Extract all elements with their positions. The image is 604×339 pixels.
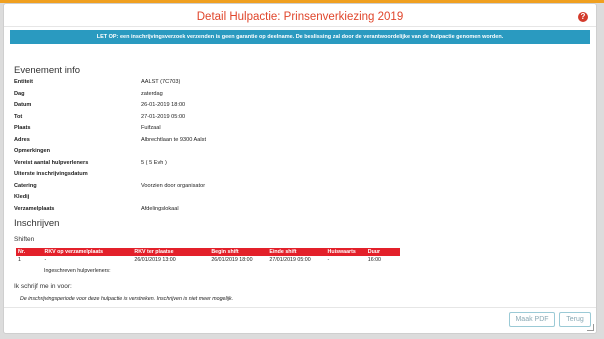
table-row: 1 - 26/01/2019 13:00 26/01/2019 18:00 27/01/… xyxy=(16,256,400,264)
signup-label: Ik schrijf me in voor: xyxy=(14,283,72,290)
shifts-column-header: Einde shift xyxy=(267,248,326,256)
event-info-label: Plaats xyxy=(14,125,31,131)
event-info-label: Dag xyxy=(14,90,25,97)
shifts-cell: 26/01/2019 18:00 xyxy=(211,257,253,263)
register-heading: Inschrijven xyxy=(14,218,60,229)
event-info-label: Verzamelplaats xyxy=(14,205,55,212)
shifts-cell: - xyxy=(44,257,47,263)
event-info-value: Albrechtlaan te 9300 Aalst xyxy=(141,136,206,143)
event-info-label: Catering xyxy=(14,182,37,189)
help-icon[interactable]: ? xyxy=(578,12,588,22)
shifts-cell: 1 xyxy=(18,257,21,263)
shifts-column-header: RKV ter plaatse xyxy=(132,248,210,256)
shifts-column-header: Duur xyxy=(365,248,400,256)
registered-volunteers-label: Ingeschreven hulpverleners: xyxy=(44,268,111,274)
event-info-value: Afdelingslokaal xyxy=(141,205,179,212)
event-info-heading: Evenement info xyxy=(14,65,81,76)
registration-closed-message: De inschrijvingsperiode voor deze hulpac… xyxy=(20,296,234,302)
event-info-label: Kledij xyxy=(14,194,30,200)
shifts-column-header: RKV op verzamelplaats xyxy=(42,248,133,256)
event-info-value: 27-01-2019 05:00 xyxy=(141,113,186,120)
event-info-label: Uiterste inschrijvingsdatum xyxy=(14,171,88,177)
footer-divider xyxy=(4,307,596,308)
shifts-cell: 26/01/2019 13:00 xyxy=(134,257,176,263)
dialog-title: Detail Hulpactie: Prinsenverkiezing 2019 xyxy=(196,11,404,23)
shifts-heading: Shiften xyxy=(14,236,35,243)
event-info-label: Entiteit xyxy=(14,79,33,85)
event-info-label: Opmerkingen xyxy=(14,148,51,154)
header-divider xyxy=(4,26,596,27)
event-info-label: Datum xyxy=(14,102,32,108)
event-info-value: Fuifzaal xyxy=(141,125,161,131)
event-info-value: 5 ( 5 Evh ) xyxy=(141,159,167,166)
shifts-cell: 16:00 xyxy=(367,257,382,263)
shifts-column-header: Huiswaarts xyxy=(325,248,366,256)
shifts-cell: - xyxy=(327,257,330,263)
event-info-value: 26-01-2019 18:00 xyxy=(141,102,186,108)
event-info-value: AALST (7C703) xyxy=(141,79,181,85)
shifts-cell: 27/01/2019 05:00 xyxy=(269,257,311,263)
event-info-value: zaterdag xyxy=(141,90,163,97)
event-info-label: Tot xyxy=(14,113,23,120)
resize-handle[interactable] xyxy=(587,324,594,331)
warning-alert: LET OP: een inschrijvingsverzoek verzend… xyxy=(10,30,590,44)
make-pdf-button[interactable]: Maak PDF xyxy=(509,312,555,327)
event-info-label: Vereist aantal hulpverleners xyxy=(14,159,89,166)
shifts-table: Nr. RKV op verzamelplaats RKV ter plaatse B… xyxy=(16,248,400,264)
shifts-header-row: Nr. RKV op verzamelplaats RKV ter plaatse B… xyxy=(16,248,400,256)
event-info-label: Adres xyxy=(14,136,30,143)
event-info-value: Voorzien door organisator xyxy=(141,182,206,189)
shifts-column-header: Begin shift xyxy=(209,248,268,256)
shifts-column-header: Nr. xyxy=(16,248,43,256)
detail-dialog: Detail Hulpactie: Prinsenverkiezing 2019… xyxy=(3,3,597,334)
